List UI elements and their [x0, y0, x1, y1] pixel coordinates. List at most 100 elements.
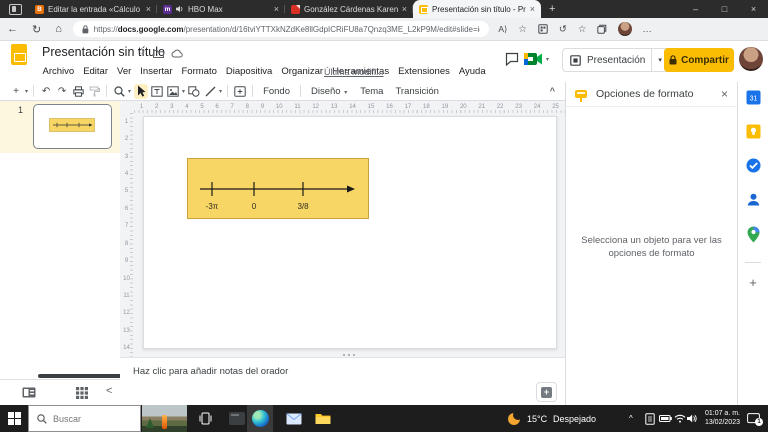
- workspaces-icon[interactable]: [9, 4, 22, 15]
- taskbar-search[interactable]: [28, 405, 141, 432]
- collapse-toolbar-icon[interactable]: ^: [550, 86, 555, 96]
- collapse-filmstrip-icon[interactable]: <: [106, 385, 112, 397]
- theme-button[interactable]: Tema: [354, 86, 389, 97]
- menu-item[interactable]: Insertar: [136, 64, 177, 80]
- cloud-status-icon[interactable]: [171, 49, 183, 58]
- minimize-button[interactable]: –: [681, 0, 710, 18]
- menu-item[interactable]: Formato: [177, 64, 221, 80]
- filmstrip-scrollbar[interactable]: [38, 374, 122, 378]
- new-slide-caret-icon[interactable]: ▾: [25, 88, 28, 95]
- document-title[interactable]: Presentación sin título: [42, 45, 165, 59]
- transition-button[interactable]: Transición: [389, 86, 444, 97]
- text-box-button[interactable]: [151, 84, 164, 99]
- calendar-icon[interactable]: 31: [746, 90, 761, 105]
- speaker-notes-input[interactable]: Haz clic para añadir notas del orador: [133, 366, 288, 377]
- window-close-button[interactable]: ×: [739, 0, 768, 18]
- filmstrip-view-icon[interactable]: [22, 387, 36, 398]
- document-sync-icon[interactable]: [645, 413, 655, 425]
- add-favorite-icon[interactable]: ☆: [578, 24, 587, 35]
- tab-pdf[interactable]: González Cárdenas Karen_ Obs_ ×: [285, 0, 413, 18]
- zoom-caret-icon[interactable]: ▾: [128, 88, 131, 95]
- menu-item[interactable]: Editar: [79, 64, 113, 80]
- close-panel-icon[interactable]: ×: [721, 87, 728, 101]
- tab-close-icon[interactable]: ×: [530, 4, 535, 14]
- menu-item[interactable]: Diapositiva: [221, 64, 276, 80]
- tab-slides-active[interactable]: Presentación sin título - Presenta ×: [413, 0, 541, 18]
- tasks-icon[interactable]: [746, 158, 761, 173]
- layout-button[interactable]: Diseño ▾: [305, 86, 354, 97]
- back-icon[interactable]: ←: [7, 23, 18, 35]
- new-tab-button[interactable]: +: [549, 3, 555, 15]
- star-document-icon[interactable]: ☆: [137, 47, 146, 58]
- landscape-app-icon[interactable]: [142, 405, 187, 432]
- tray-expand-icon[interactable]: ^: [629, 414, 633, 423]
- insert-shape-button[interactable]: [188, 84, 201, 99]
- slide-row-selected[interactable]: 1: [0, 101, 120, 153]
- menu-item[interactable]: Extensiones: [394, 64, 455, 80]
- favorites-icon[interactable]: ☆: [518, 24, 527, 35]
- url-field[interactable]: https://docs.google.com/presentation/d/1…: [73, 21, 489, 37]
- line-caret-icon[interactable]: ▾: [219, 88, 222, 95]
- get-addons-button[interactable]: +: [749, 275, 757, 290]
- slides-logo-icon[interactable]: [11, 44, 27, 65]
- background-button[interactable]: Fondo: [257, 86, 296, 97]
- last-modified-link[interactable]: Última modifi...: [324, 67, 384, 77]
- keep-icon[interactable]: [746, 124, 761, 139]
- insert-placeholder-button[interactable]: [234, 84, 247, 99]
- select-tool-button[interactable]: [134, 84, 148, 99]
- undo-button[interactable]: ↶: [40, 84, 53, 99]
- task-view-icon[interactable]: [198, 411, 213, 426]
- battery-icon[interactable]: [659, 415, 672, 422]
- number-line-shape[interactable]: -3π 0 3/8: [187, 158, 369, 219]
- tab-close-icon[interactable]: ×: [274, 4, 279, 14]
- file-explorer-icon[interactable]: [315, 413, 331, 425]
- history-icon[interactable]: ↺: [559, 24, 567, 35]
- notes-drag-handle[interactable]: [343, 354, 345, 356]
- contacts-icon[interactable]: [746, 192, 761, 207]
- menu-item[interactable]: Organizar: [277, 64, 328, 80]
- weather-temp[interactable]: 15°C: [527, 414, 547, 424]
- start-button[interactable]: [8, 412, 21, 425]
- refresh-icon[interactable]: ↻: [32, 23, 41, 36]
- paint-format-button[interactable]: [88, 84, 101, 99]
- search-input[interactable]: [53, 414, 123, 424]
- grid-view-icon[interactable]: [76, 387, 88, 399]
- weather-condition[interactable]: Despejado: [553, 414, 596, 424]
- tab-blog[interactable]: B Editar la entrada «Cálculo Difere ×: [29, 0, 157, 18]
- slide-page[interactable]: -3π 0 3/8: [143, 116, 557, 349]
- maps-icon[interactable]: [747, 226, 760, 243]
- tab-hbo[interactable]: m HBO Max ×: [157, 0, 285, 18]
- account-avatar[interactable]: [739, 47, 763, 71]
- menu-item[interactable]: Ayuda: [454, 64, 490, 80]
- comment-icon[interactable]: [505, 52, 519, 66]
- insert-image-button[interactable]: [167, 84, 180, 99]
- tab-audio-icon[interactable]: [176, 5, 184, 13]
- zoom-icon[interactable]: [113, 84, 126, 99]
- taskbar-clock[interactable]: 01:07 a. m. 13/02/2023: [698, 410, 740, 427]
- explore-button[interactable]: +: [536, 382, 557, 402]
- tab-close-icon[interactable]: ×: [402, 4, 407, 14]
- menu-item[interactable]: Ver: [113, 64, 136, 80]
- print-button[interactable]: [72, 84, 85, 99]
- weather-moon-icon[interactable]: [508, 413, 520, 425]
- image-caret-icon[interactable]: ▾: [182, 88, 185, 95]
- console-app-icon[interactable]: [229, 412, 245, 425]
- edge-app-tile[interactable]: [247, 405, 273, 432]
- meet-icon[interactable]: ▾: [524, 53, 550, 65]
- share-button[interactable]: Compartir: [664, 48, 734, 72]
- maximize-button[interactable]: □: [710, 0, 739, 18]
- read-aloud-icon[interactable]: A⟩: [498, 24, 507, 35]
- collections-icon[interactable]: [597, 24, 607, 34]
- browser-menu-icon[interactable]: …: [642, 24, 652, 35]
- slide-thumbnail[interactable]: [33, 104, 112, 149]
- menu-item[interactable]: Archivo: [38, 64, 79, 80]
- present-button[interactable]: Presentación ▾: [562, 48, 671, 72]
- network-icon[interactable]: [674, 414, 686, 423]
- move-folder-icon[interactable]: [153, 49, 164, 58]
- mail-app-icon[interactable]: [286, 413, 302, 425]
- home-icon[interactable]: ⌂: [55, 23, 62, 35]
- extension-icon[interactable]: [538, 24, 548, 34]
- redo-button[interactable]: ↷: [56, 84, 69, 99]
- browser-profile-avatar[interactable]: [618, 22, 632, 36]
- volume-icon[interactable]: [687, 414, 698, 423]
